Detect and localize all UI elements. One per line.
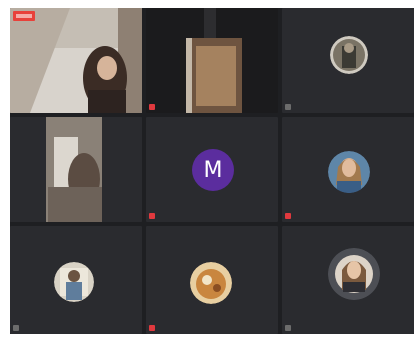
mic-muted-icon bbox=[13, 325, 19, 331]
avatar-7 bbox=[54, 262, 94, 302]
participant-label-8 bbox=[149, 325, 158, 331]
participant-tile-9[interactable] bbox=[282, 226, 414, 334]
mic-muted-icon bbox=[285, 325, 291, 331]
video-grid: M bbox=[10, 8, 414, 334]
video-feed-1 bbox=[10, 8, 142, 113]
participant-label-7 bbox=[13, 325, 22, 331]
participant-label-6 bbox=[285, 213, 294, 219]
avatar-9 bbox=[328, 248, 380, 300]
mic-muted-icon bbox=[285, 213, 291, 219]
avatar-6 bbox=[328, 151, 370, 193]
participant-label-3 bbox=[285, 104, 294, 110]
video-feed-2 bbox=[146, 8, 278, 113]
avatar-3 bbox=[330, 36, 368, 74]
participant-tile-4[interactable] bbox=[10, 117, 142, 222]
participant-label-9 bbox=[285, 325, 294, 331]
letter-avatar: M bbox=[192, 149, 234, 191]
participant-tile-6[interactable] bbox=[282, 117, 414, 222]
mic-muted-icon bbox=[149, 213, 155, 219]
mic-muted-icon bbox=[149, 104, 155, 110]
participant-tile-3[interactable] bbox=[282, 8, 414, 113]
avatar-8 bbox=[190, 262, 232, 304]
participant-tile-8[interactable] bbox=[146, 226, 278, 334]
mic-muted-icon bbox=[285, 104, 291, 110]
video-feed-4 bbox=[10, 117, 142, 222]
participant-tile-5[interactable]: M bbox=[146, 117, 278, 222]
recording-icon bbox=[13, 11, 35, 21]
participant-label-2 bbox=[149, 104, 158, 110]
mic-muted-icon bbox=[149, 325, 155, 331]
participant-label-5 bbox=[149, 213, 158, 219]
participant-tile-1[interactable] bbox=[10, 8, 142, 113]
participant-tile-7[interactable] bbox=[10, 226, 142, 334]
participant-tile-2[interactable] bbox=[146, 8, 278, 113]
